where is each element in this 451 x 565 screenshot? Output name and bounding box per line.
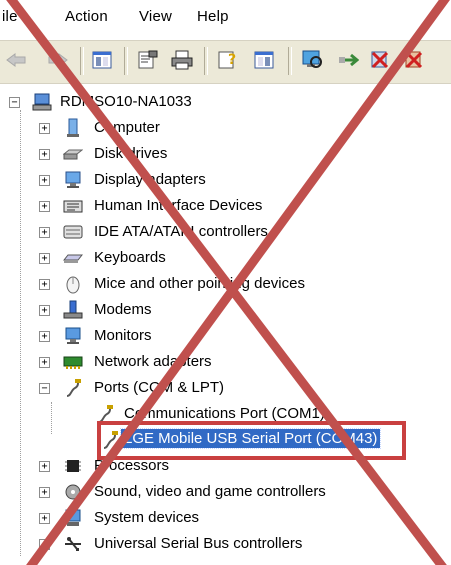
port-connector-icon	[98, 405, 113, 423]
show-hide-action-pane-icon[interactable]	[252, 48, 276, 72]
tree-item-label: Mice and other pointing devices	[94, 275, 305, 292]
tree-item-modems[interactable]: + Modems	[0, 298, 451, 322]
toolbar-separator	[80, 47, 84, 75]
tree-item-keyboards[interactable]: + Keyboards	[0, 246, 451, 270]
tree-item-communications-port[interactable]: Communications Port (COM1)	[0, 402, 451, 426]
tree-item-label: IDE ATA/ATAPI controllers	[94, 223, 268, 240]
tree-item-sound-video[interactable]: + Sound, video and game controllers	[0, 480, 451, 504]
system-device-icon	[65, 509, 81, 526]
svg-text:?: ?	[228, 52, 236, 68]
mouse-icon	[66, 276, 80, 294]
disable-device-icon[interactable]	[368, 48, 392, 72]
monitor-icon	[65, 327, 81, 344]
toolbar-separator	[288, 47, 292, 75]
tree-item-processors[interactable]: + Processors	[0, 454, 451, 478]
tree-item-system-devices[interactable]: + System devices	[0, 506, 451, 530]
properties-icon[interactable]	[136, 48, 160, 72]
expand-toggle[interactable]: +	[39, 253, 50, 264]
tree-item-label: Modems	[94, 301, 152, 318]
forward-icon[interactable]	[46, 48, 70, 72]
port-connector-icon	[103, 431, 118, 449]
toolbar-separator	[124, 47, 128, 75]
processor-icon	[65, 460, 81, 472]
expand-toggle[interactable]: +	[39, 539, 50, 550]
tree-item-label: System devices	[94, 509, 200, 526]
tree-item-label: Human Interface Devices	[94, 197, 263, 214]
hid-icon	[63, 200, 83, 213]
collapse-toggle[interactable]: −	[9, 97, 20, 108]
computer-icon	[32, 93, 52, 111]
tree-item-label: Disk drives	[94, 145, 168, 162]
tree-item-label: Universal Serial Bus controllers	[94, 535, 303, 552]
toolbar-separator	[204, 47, 208, 75]
menu-bar: ile Action View Help	[0, 0, 451, 36]
tree-item-human-interface-devices[interactable]: + Human Interface Devices	[0, 194, 451, 218]
device-tree: − RDMSO10-NA1033 + Computer + Disk drive…	[0, 86, 451, 565]
print-icon[interactable]	[170, 48, 194, 72]
tree-item-ide-controllers[interactable]: + IDE ATA/ATAPI controllers	[0, 220, 451, 244]
scan-hardware-icon[interactable]	[300, 48, 324, 72]
tree-item-label: Processors	[94, 457, 170, 474]
expand-toggle[interactable]: +	[39, 331, 50, 342]
expand-toggle[interactable]: +	[39, 227, 50, 238]
uninstall-device-icon[interactable]	[402, 48, 426, 72]
tree-item-network-adapters[interactable]: + Network adapters	[0, 350, 451, 374]
menu-file[interactable]: ile	[2, 8, 18, 25]
back-icon[interactable]	[4, 48, 28, 72]
ide-controller-icon	[63, 225, 83, 239]
expand-toggle[interactable]: +	[39, 201, 50, 212]
help-icon[interactable]: ?	[216, 48, 240, 72]
expand-toggle[interactable]: +	[39, 123, 50, 134]
expand-toggle[interactable]: +	[39, 305, 50, 316]
expand-toggle[interactable]: +	[39, 461, 50, 472]
expand-toggle[interactable]: +	[39, 357, 50, 368]
tree-item-label: Ports (COM & LPT)	[94, 379, 225, 396]
menu-view[interactable]: View	[139, 8, 172, 25]
tree-item-disk-drives[interactable]: + Disk drives	[0, 142, 451, 166]
tree-item-label: Communications Port (COM1)	[124, 405, 325, 422]
port-icon	[66, 379, 81, 397]
tree-root[interactable]: − RDMSO10-NA1033	[0, 90, 451, 114]
tree-item-label: Computer	[94, 119, 160, 136]
tree-item-lge-serial-port[interactable]: LGE Mobile USB Serial Port (COM43)	[0, 428, 451, 452]
expand-toggle[interactable]: +	[39, 487, 50, 498]
tree-item-label: Keyboards	[94, 249, 166, 266]
menu-help[interactable]: Help	[197, 8, 229, 25]
expand-toggle[interactable]: +	[39, 279, 50, 290]
tree-root-label: RDMSO10-NA1033	[60, 93, 192, 110]
tree-item-label: Sound, video and game controllers	[94, 483, 326, 500]
toolbar: ?	[0, 40, 451, 84]
tree-item-usb-controllers[interactable]: + Universal Serial Bus controllers	[0, 532, 451, 556]
expand-toggle[interactable]: +	[39, 175, 50, 186]
expand-toggle[interactable]: +	[39, 149, 50, 160]
tree-item-mice[interactable]: + Mice and other pointing devices	[0, 272, 451, 296]
tree-item-label: Network adapters	[94, 353, 212, 370]
show-hide-tree-icon[interactable]	[90, 48, 114, 72]
usb-icon	[65, 537, 81, 551]
computer-icon	[67, 118, 79, 137]
keyboard-icon	[63, 254, 83, 263]
tree-item-computer[interactable]: + Computer	[0, 116, 451, 140]
collapse-toggle[interactable]: −	[39, 383, 50, 394]
expand-toggle[interactable]: +	[39, 513, 50, 524]
display-adapter-icon	[65, 171, 81, 188]
tree-item-ports[interactable]: − Ports (COM & LPT)	[0, 376, 451, 400]
tree-item-label: Monitors	[94, 327, 152, 344]
menu-action[interactable]: Action	[65, 8, 108, 25]
sound-icon	[65, 484, 81, 500]
tree-item-display-adapters[interactable]: + Display adapters	[0, 168, 451, 192]
network-adapter-icon	[63, 356, 83, 369]
disk-drive-icon	[63, 149, 83, 160]
tree-item-label: Display adapters	[94, 171, 206, 188]
update-driver-icon[interactable]	[336, 48, 360, 72]
modem-icon	[63, 300, 83, 319]
selected-device-label: LGE Mobile USB Serial Port (COM43)	[119, 428, 382, 449]
tree-item-monitors[interactable]: + Monitors	[0, 324, 451, 348]
